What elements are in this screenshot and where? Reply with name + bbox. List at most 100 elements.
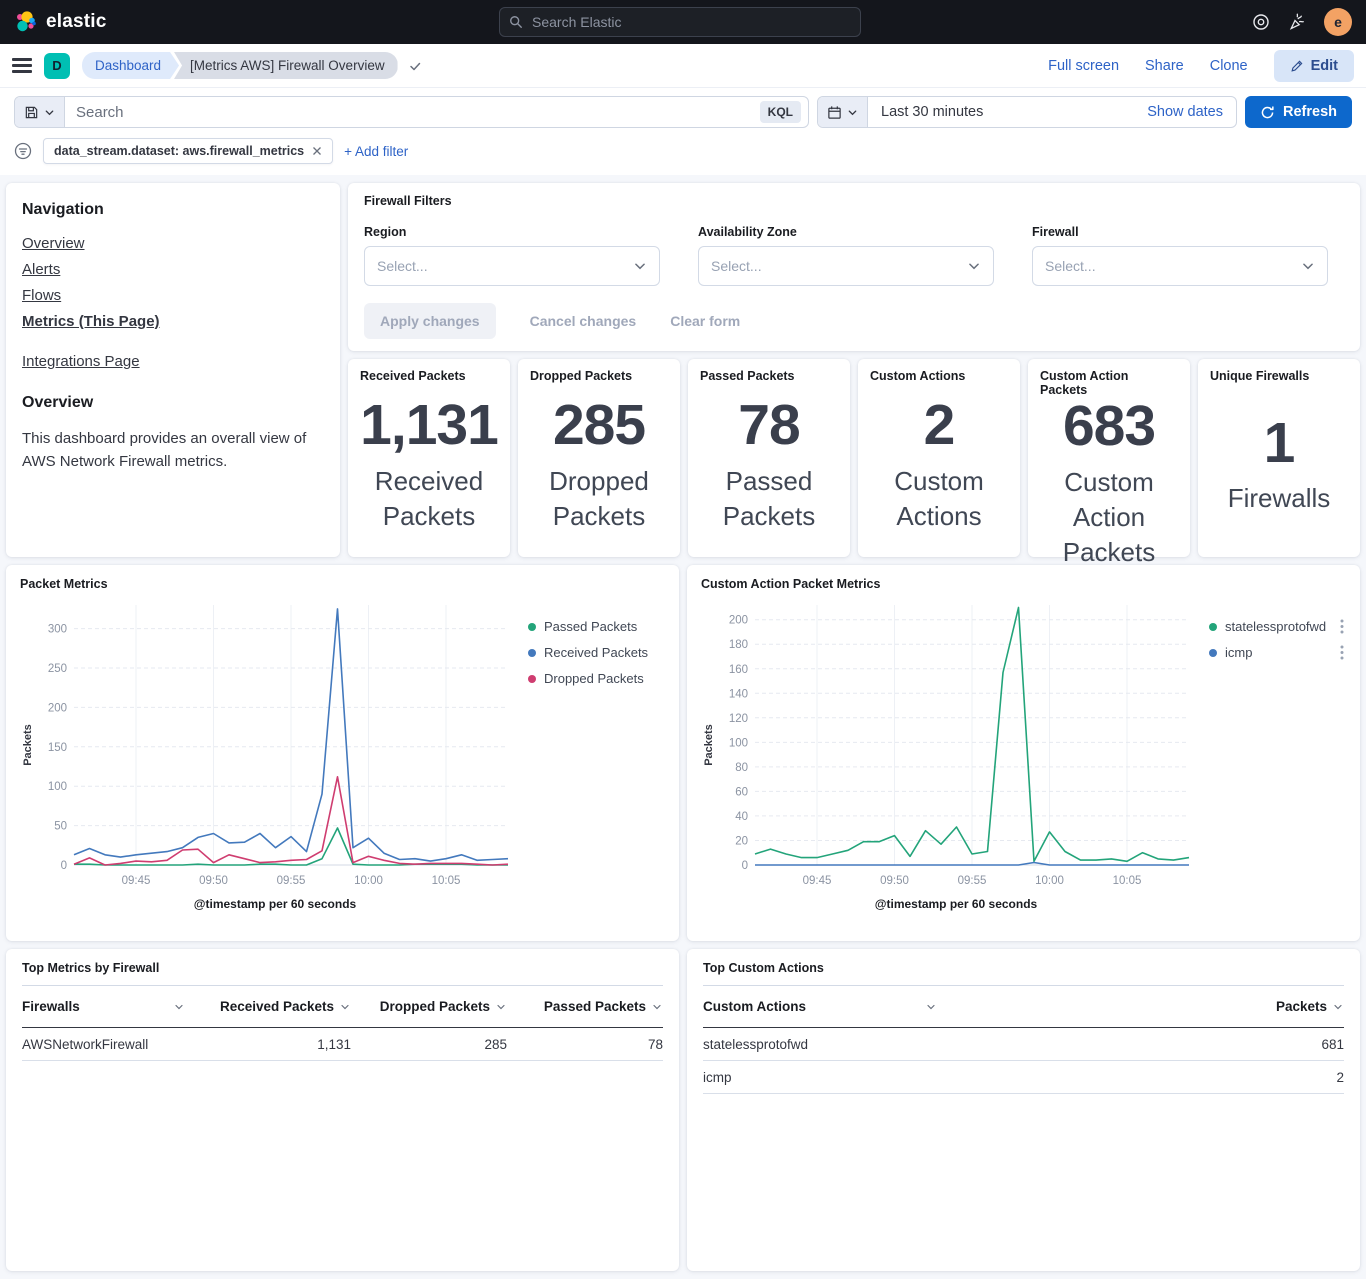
legend-item[interactable]: statelessprotofwd <box>1209 619 1346 634</box>
full-screen-button[interactable]: Full screen <box>1048 58 1119 74</box>
search-icon <box>509 15 523 29</box>
chevron-down-icon <box>339 1001 351 1013</box>
availability-zone-select[interactable]: Select... <box>698 246 994 286</box>
add-filter-button[interactable]: + Add filter <box>344 144 408 159</box>
svg-text:09:45: 09:45 <box>803 875 832 887</box>
metric-card-passed-packets: Passed Packets 78 Passed Packets <box>688 359 850 557</box>
elastic-brand[interactable]: elastic <box>14 10 107 34</box>
svg-text:200: 200 <box>48 702 67 714</box>
custom-action-packet-metrics-panel: Custom Action Packet Metrics Packets 09:… <box>687 565 1360 941</box>
saved-query-button[interactable] <box>15 97 65 127</box>
svg-text:300: 300 <box>48 624 67 636</box>
search-input[interactable] <box>65 104 760 121</box>
table-row: statelessprotofwd 681 <box>703 1028 1344 1061</box>
legend-item[interactable]: icmp <box>1209 645 1346 660</box>
svg-text:0: 0 <box>742 860 748 872</box>
dashboard-badge[interactable]: D <box>44 53 70 79</box>
refresh-button[interactable]: Refresh <box>1245 96 1352 128</box>
svg-text:60: 60 <box>735 786 748 798</box>
svg-text:09:50: 09:50 <box>880 875 909 887</box>
x-axis-title: @timestamp per 60 seconds <box>36 897 514 911</box>
svg-text:100: 100 <box>729 737 748 749</box>
newsfeed-icon[interactable] <box>1288 13 1306 31</box>
sort-header-dropped-packets[interactable]: Dropped Packets <box>351 999 507 1014</box>
kql-query-input-wrap: KQL <box>14 96 809 128</box>
filter-pill[interactable]: data_stream.dataset: aws.firewall_metric… <box>43 138 333 164</box>
nav-link-integrations[interactable]: Integrations Page <box>22 353 324 370</box>
kql-badge[interactable]: KQL <box>760 101 801 123</box>
breadcrumb-dropdown-icon[interactable] <box>408 59 422 73</box>
legend-label: Dropped Packets <box>544 671 644 686</box>
filter-pill-label: data_stream.dataset: aws.firewall_metric… <box>54 144 304 158</box>
close-icon[interactable] <box>312 146 322 156</box>
global-search-input[interactable] <box>530 13 851 31</box>
cell-action-name: statelessprotofwd <box>703 1037 947 1052</box>
top-custom-actions-panel: Top Custom Actions Custom Actions Packet… <box>687 949 1360 1271</box>
legend-options-icon[interactable] <box>1338 645 1346 660</box>
packet-metrics-legend: Passed Packets Received Packets Dropped … <box>514 597 665 893</box>
filter-menu-icon[interactable] <box>14 142 32 160</box>
cancel-changes-button[interactable]: Cancel changes <box>530 313 637 329</box>
region-label: Region <box>364 225 660 239</box>
cell-dropped: 285 <box>351 1037 507 1052</box>
sort-header-packets[interactable]: Packets <box>947 999 1344 1014</box>
card-label: Custom Actions <box>870 464 1008 534</box>
user-avatar[interactable]: e <box>1324 8 1352 36</box>
clone-button[interactable]: Clone <box>1210 58 1248 74</box>
card-label: Firewalls <box>1228 481 1331 516</box>
legend-item[interactable]: Received Packets <box>528 645 665 660</box>
table-header-row: Firewalls Received Packets Dropped Packe… <box>22 986 663 1028</box>
svg-text:160: 160 <box>729 664 748 676</box>
svg-text:80: 80 <box>735 762 748 774</box>
card-title: Dropped Packets <box>530 369 668 383</box>
region-select[interactable]: Select... <box>364 246 660 286</box>
cell-passed: 78 <box>507 1037 663 1052</box>
breadcrumb-current-page[interactable]: [Metrics AWS] Firewall Overview <box>174 52 398 79</box>
svg-text:09:45: 09:45 <box>122 875 151 887</box>
nav-link-overview[interactable]: Overview <box>22 235 324 252</box>
metric-card-received-packets: Received Packets 1,131 Received Packets <box>348 359 510 557</box>
edit-button[interactable]: Edit <box>1274 50 1354 82</box>
sort-header-received-packets[interactable]: Received Packets <box>195 999 351 1014</box>
y-axis-label: Packets <box>703 724 715 766</box>
packet-metrics-chart[interactable]: 09:4509:5009:5510:0010:05050100150200250… <box>36 597 514 893</box>
pencil-icon <box>1290 59 1304 73</box>
nav-link-flows[interactable]: Flows <box>22 287 324 304</box>
chevron-down-icon <box>651 1001 663 1013</box>
legend-item[interactable]: Passed Packets <box>528 619 665 634</box>
svg-text:09:55: 09:55 <box>277 875 306 887</box>
firewall-filters-panel: Firewall Filters Region Select... Availa… <box>348 183 1360 351</box>
metric-card-custom-action-packets: Custom Action Packets 683 Custom Action … <box>1028 359 1190 557</box>
chevron-down-icon <box>1332 1001 1344 1013</box>
menu-icon[interactable] <box>12 58 32 72</box>
legend-options-icon[interactable] <box>1338 619 1346 634</box>
custom-action-legend: statelessprotofwd icmp <box>1195 597 1346 893</box>
share-button[interactable]: Share <box>1145 58 1184 74</box>
sort-header-firewalls[interactable]: Firewalls <box>22 999 195 1014</box>
time-range-value[interactable]: Last 30 minutes <box>868 104 996 120</box>
apply-changes-button[interactable]: Apply changes <box>364 303 496 339</box>
nav-link-metrics[interactable]: Metrics (This Page) <box>22 313 324 330</box>
legend-dot <box>528 623 536 631</box>
sort-header-passed-packets[interactable]: Passed Packets <box>507 999 663 1014</box>
legend-label: Passed Packets <box>544 619 637 634</box>
availability-zone-label: Availability Zone <box>698 225 994 239</box>
date-quick-select-button[interactable] <box>818 97 868 127</box>
breadcrumb-dashboard[interactable]: Dashboard <box>82 52 179 79</box>
svg-text:150: 150 <box>48 742 67 754</box>
help-icon[interactable] <box>1252 13 1270 31</box>
firewall-select[interactable]: Select... <box>1032 246 1328 286</box>
nav-link-alerts[interactable]: Alerts <box>22 261 324 278</box>
show-dates-button[interactable]: Show dates <box>1134 104 1236 120</box>
card-value: 285 <box>553 396 645 456</box>
chevron-down-icon <box>495 1001 507 1013</box>
svg-text:09:50: 09:50 <box>199 875 228 887</box>
legend-item[interactable]: Dropped Packets <box>528 671 665 686</box>
global-search[interactable] <box>499 7 861 37</box>
svg-text:120: 120 <box>729 713 748 725</box>
legend-dot <box>1209 623 1217 631</box>
custom-action-packet-metrics-chart[interactable]: 09:4509:5009:5510:0010:05020406080100120… <box>717 597 1195 893</box>
clear-form-button[interactable]: Clear form <box>670 313 740 329</box>
card-title: Unique Firewalls <box>1210 369 1348 383</box>
sort-header-custom-actions[interactable]: Custom Actions <box>703 999 947 1014</box>
